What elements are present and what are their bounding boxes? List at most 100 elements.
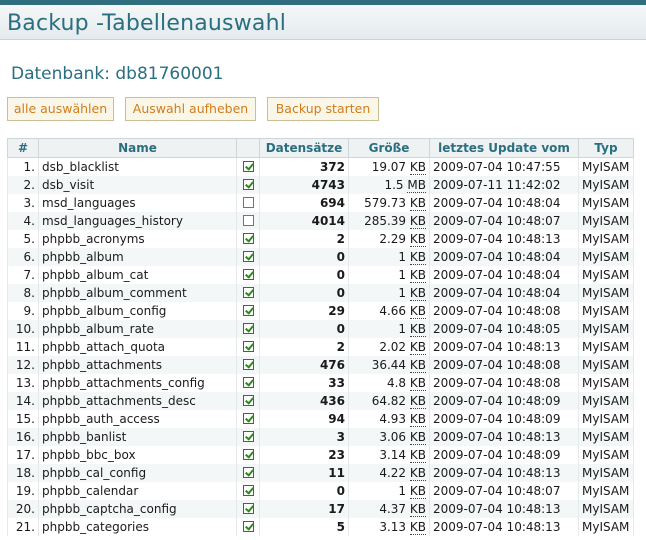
- engine-type: MyISAM: [578, 320, 634, 338]
- row-number: 8.: [7, 284, 39, 302]
- table-select-checkbox[interactable]: [242, 503, 254, 514]
- last-update: 2009-07-04 10:48:08: [429, 374, 579, 392]
- record-count: 694: [259, 194, 349, 212]
- size-value: 285.39: [364, 214, 407, 228]
- last-update: 2009-07-04 10:48:04: [429, 284, 579, 302]
- size-unit: KB: [409, 466, 426, 481]
- table-name: phpbb_bbc_box: [38, 446, 237, 464]
- table-name: phpbb_cal_config: [38, 464, 237, 482]
- table-select-checkbox[interactable]: [242, 395, 254, 406]
- select-all-button[interactable]: alle auswählen: [7, 97, 114, 121]
- size-value: 2.29: [379, 232, 407, 246]
- table-row[interactable]: 4. msd_languages_history 4014 285.39 KB 2009…: [7, 212, 634, 230]
- table-row[interactable]: 17. phpbb_bbc_box 23 3.14 KB 2009-07-04 10:4…: [7, 446, 634, 464]
- table-row[interactable]: 2. dsb_visit 4743 1.5 MB 2009-07-11 11:42:02…: [7, 176, 634, 194]
- table-row[interactable]: 1. dsb_blacklist 372 19.07 KB 2009-07-04 10:…: [7, 157, 634, 176]
- table-select-checkbox[interactable]: [242, 161, 254, 172]
- table-select-checkbox[interactable]: [242, 449, 254, 460]
- table-row[interactable]: 3. msd_languages 694 579.73 KB 2009-07-04 10…: [7, 194, 634, 212]
- table-select-checkbox[interactable]: [242, 197, 254, 208]
- size-unit: KB: [409, 340, 426, 355]
- last-update: 2009-07-11 11:42:02: [429, 176, 579, 194]
- deselect-all-button[interactable]: Auswahl aufheben: [125, 97, 256, 121]
- size-value: 3.14: [379, 448, 407, 462]
- table-select-checkbox[interactable]: [242, 467, 254, 478]
- row-number: 5.: [7, 230, 39, 248]
- engine-type: MyISAM: [578, 446, 634, 464]
- table-select-checkbox[interactable]: [242, 431, 254, 442]
- engine-type: MyISAM: [578, 518, 634, 536]
- engine-type: MyISAM: [578, 500, 634, 518]
- table-name: phpbb_album: [38, 248, 237, 266]
- table-row[interactable]: 14. phpbb_attachments_desc 436 64.82 KB 2009…: [7, 392, 634, 410]
- table-select-checkbox[interactable]: [242, 269, 254, 280]
- size-unit: KB: [409, 232, 426, 247]
- row-number: 6.: [7, 248, 39, 266]
- size-value: 1: [398, 286, 407, 300]
- table-select-checkbox[interactable]: [242, 323, 254, 334]
- row-number: 19.: [7, 482, 39, 500]
- record-count: 0: [259, 248, 349, 266]
- record-count: 11: [259, 464, 349, 482]
- table-row[interactable]: 18. phpbb_cal_config 11 4.22 KB 2009-07-04 1…: [7, 464, 634, 482]
- row-number: 15.: [7, 410, 39, 428]
- column-header-name[interactable]: Name: [38, 138, 237, 158]
- row-number: 20.: [7, 500, 39, 518]
- table-row[interactable]: 19. phpbb_calendar 0 1 KB 2009-07-04 10:48:0…: [7, 482, 634, 500]
- table-row[interactable]: 5. phpbb_acronyms 2 2.29 KB 2009-07-04 10:48…: [7, 230, 634, 248]
- size-value: 2.02: [379, 340, 407, 354]
- table-select-checkbox[interactable]: [242, 179, 254, 190]
- table-select-checkbox[interactable]: [242, 377, 254, 388]
- table-name: phpbb_auth_access: [38, 410, 237, 428]
- row-number: 11.: [7, 338, 39, 356]
- record-count: 17: [259, 500, 349, 518]
- table-row[interactable]: 15. phpbb_auth_access 94 4.93 KB 2009-07-04 …: [7, 410, 634, 428]
- table-row[interactable]: 9. phpbb_album_config 29 4.66 KB 2009-07-04 …: [7, 302, 634, 320]
- table-row[interactable]: 10. phpbb_album_rate 0 1 KB 2009-07-04 10:48…: [7, 320, 634, 338]
- last-update: 2009-07-04 10:48:13: [429, 428, 579, 446]
- table-select-checkbox[interactable]: [242, 305, 254, 316]
- table-row[interactable]: 21. phpbb_categories 5 3.13 KB 2009-07-04 10…: [7, 518, 634, 536]
- column-header-select: [236, 138, 260, 158]
- column-header-updated[interactable]: letztes Update vom: [429, 138, 579, 158]
- row-number: 18.: [7, 464, 39, 482]
- table-select-checkbox[interactable]: [242, 215, 254, 226]
- size-value: 19.07: [371, 160, 407, 174]
- tables-list: # Name Datensätze Größe letztes Update v…: [7, 138, 634, 536]
- table-select-checkbox[interactable]: [242, 413, 254, 424]
- table-row[interactable]: 7. phpbb_album_cat 0 1 KB 2009-07-04 10:48:0…: [7, 266, 634, 284]
- table-body: 1. dsb_blacklist 372 19.07 KB 2009-07-04 10:…: [7, 157, 634, 536]
- column-header-records[interactable]: Datensätze: [259, 138, 349, 158]
- size-unit: KB: [409, 268, 426, 283]
- last-update: 2009-07-04 10:48:04: [429, 248, 579, 266]
- column-header-size[interactable]: Größe: [348, 138, 430, 158]
- table-row[interactable]: 6. phpbb_album 0 1 KB 2009-07-04 10:48:04 MyI…: [7, 248, 634, 266]
- table-row[interactable]: 12. phpbb_attachments 476 36.44 KB 2009-07-0…: [7, 356, 634, 374]
- table-select-checkbox[interactable]: [242, 341, 254, 352]
- table-select-checkbox[interactable]: [242, 233, 254, 244]
- size-unit: KB: [409, 160, 426, 175]
- size-unit: KB: [409, 412, 426, 427]
- size-unit: KB: [409, 304, 426, 319]
- last-update: 2009-07-04 10:48:08: [429, 302, 579, 320]
- table-row[interactable]: 8. phpbb_album_comment 0 1 KB 2009-07-04 10:…: [7, 284, 634, 302]
- table-select-checkbox[interactable]: [242, 485, 254, 496]
- table-row[interactable]: 16. phpbb_banlist 3 3.06 KB 2009-07-04 10:48…: [7, 428, 634, 446]
- table-select-checkbox[interactable]: [242, 359, 254, 370]
- size-value: 579.73: [364, 196, 407, 210]
- table-select-checkbox[interactable]: [242, 521, 254, 532]
- start-backup-button[interactable]: Backup starten: [267, 97, 379, 121]
- engine-type: MyISAM: [578, 338, 634, 356]
- record-count: 0: [259, 482, 349, 500]
- table-select-checkbox[interactable]: [242, 251, 254, 262]
- column-header-type[interactable]: Typ: [578, 138, 634, 158]
- record-count: 476: [259, 356, 349, 374]
- table-row[interactable]: 20. phpbb_captcha_config 17 4.37 KB 2009-07-…: [7, 500, 634, 518]
- table-row[interactable]: 13. phpbb_attachments_config 33 4.8 KB 2009-…: [7, 374, 634, 392]
- table-name: phpbb_attachments_config: [38, 374, 237, 392]
- table-select-checkbox[interactable]: [242, 287, 254, 298]
- title-bar: Backup -Tabellenauswahl: [0, 5, 646, 40]
- last-update: 2009-07-04 10:48:05: [429, 320, 579, 338]
- size-value: 4.22: [379, 466, 407, 480]
- table-row[interactable]: 11. phpbb_attach_quota 2 2.02 KB 2009-07-04 …: [7, 338, 634, 356]
